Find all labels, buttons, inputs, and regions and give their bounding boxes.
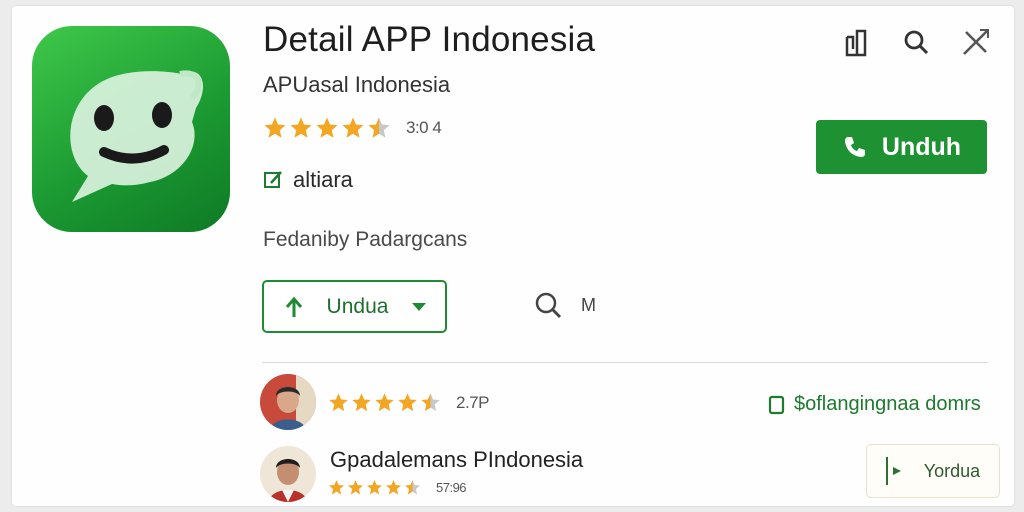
star-icon bbox=[264, 117, 286, 138]
app-rating: 3:0 4 bbox=[263, 116, 442, 140]
review-stars-2 bbox=[328, 479, 421, 496]
download-arrow-icon bbox=[285, 296, 303, 317]
star-icon bbox=[386, 480, 401, 495]
review-rating-count: 2.7P bbox=[456, 392, 489, 412]
review-rating: 2.7P bbox=[328, 392, 489, 413]
developer-name[interactable]: Fedaniby Padargcans bbox=[263, 228, 467, 252]
star-icon bbox=[342, 117, 364, 138]
review-stars bbox=[328, 392, 441, 413]
star-icon bbox=[405, 480, 420, 495]
quick-search-label: M bbox=[581, 294, 596, 315]
star-icon bbox=[368, 117, 390, 138]
bookmark-icon[interactable] bbox=[840, 24, 872, 60]
secondary-download-button[interactable]: Yorduа bbox=[866, 444, 1000, 498]
reviewer-avatar-2[interactable] bbox=[260, 446, 316, 502]
download-button-label: Undua bbox=[326, 294, 389, 318]
review-rating-2: 57:96 bbox=[328, 479, 467, 496]
search-icon[interactable] bbox=[900, 24, 932, 60]
star-icon bbox=[316, 117, 338, 138]
reviewer-avatar[interactable] bbox=[260, 374, 316, 430]
star-icon bbox=[348, 480, 363, 495]
reviewer-name: Gpadalemans PIndonesia bbox=[330, 447, 584, 472]
close-icon[interactable] bbox=[960, 24, 992, 60]
related-link[interactable]: $oflangingnaa domrs bbox=[768, 393, 981, 416]
app-subtitle: APUasal Indonesia bbox=[263, 72, 451, 97]
install-button-label: Unduh bbox=[881, 132, 962, 161]
star-icon bbox=[398, 393, 417, 412]
download-dropdown-button[interactable]: Undua bbox=[262, 280, 447, 333]
verified-label: altiara bbox=[293, 167, 353, 192]
verified-row: altiara bbox=[263, 167, 353, 193]
section-divider bbox=[262, 362, 988, 363]
app-logo bbox=[32, 26, 230, 232]
related-link-label: $oflangingnaa domrs bbox=[794, 393, 981, 415]
star-icon bbox=[367, 480, 382, 495]
checkbox-icon bbox=[768, 395, 785, 414]
quick-search[interactable]: M bbox=[533, 290, 596, 320]
star-icon bbox=[421, 393, 440, 412]
app-title: Detail APP Indonesia bbox=[263, 20, 596, 59]
edit-icon bbox=[264, 171, 282, 188]
search-icon bbox=[535, 292, 561, 318]
rating-stars bbox=[263, 116, 391, 140]
chevron-down-icon bbox=[411, 302, 426, 311]
chat-face-icon bbox=[70, 70, 204, 202]
secondary-download-label: Yorduа bbox=[923, 460, 981, 481]
star-icon bbox=[290, 117, 312, 138]
review-rating-count-2: 57:96 bbox=[436, 480, 467, 495]
star-icon bbox=[329, 393, 348, 412]
phone-icon bbox=[844, 137, 865, 157]
star-icon bbox=[329, 480, 344, 495]
star-icon bbox=[352, 393, 371, 412]
star-icon bbox=[375, 393, 394, 412]
top-actions bbox=[840, 24, 992, 60]
install-button[interactable]: Unduh bbox=[816, 120, 987, 174]
rating-count: 3:0 4 bbox=[406, 118, 442, 137]
flag-icon bbox=[885, 457, 902, 485]
